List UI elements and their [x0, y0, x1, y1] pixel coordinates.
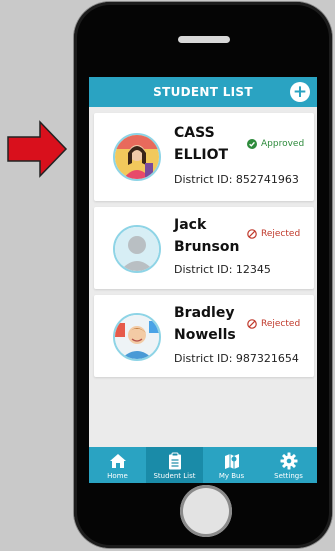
phone-frame: STUDENT LIST + CASS ELLIOT Approved Dist… [74, 2, 332, 548]
avatar [113, 133, 161, 181]
app-header: STUDENT LIST + [89, 77, 317, 107]
tab-label: Student List [153, 472, 196, 480]
avatar [113, 225, 161, 273]
bottom-tab-bar: Home Student List My Bus Settings [89, 447, 317, 483]
home-icon [109, 454, 126, 468]
clipboard-icon [168, 452, 181, 470]
add-student-button[interactable]: + [290, 82, 310, 102]
red-arrow-icon [7, 120, 68, 178]
district-id: District ID: 987321654 [174, 352, 299, 365]
district-id: District ID: 852741963 [174, 173, 299, 186]
student-first-name: Bradley [174, 305, 235, 321]
phone-home-button[interactable] [180, 485, 232, 537]
prohibited-icon [247, 229, 257, 239]
tab-settings[interactable]: Settings [260, 447, 317, 483]
plus-icon: + [292, 82, 308, 102]
student-first-name: CASS [174, 125, 215, 141]
tab-home[interactable]: Home [89, 447, 146, 483]
status-label: Rejected [261, 229, 301, 239]
student-card[interactable]: CASS ELLIOT Approved District ID: 852741… [94, 113, 314, 201]
tab-label: Home [107, 472, 128, 480]
status-label: Rejected [261, 319, 301, 329]
status-badge: Rejected [247, 319, 300, 329]
bus-map-icon [224, 454, 239, 469]
page-title: STUDENT LIST [153, 85, 253, 99]
tab-label: Settings [274, 472, 303, 480]
speaker-grille [178, 36, 230, 43]
district-id: District ID: 12345 [174, 263, 271, 276]
tab-label: My Bus [218, 472, 245, 480]
status-label: Approved [261, 139, 305, 149]
student-first-name: Jack [174, 217, 207, 233]
student-card[interactable]: Bradley Nowells Rejected District ID: 98… [94, 295, 314, 377]
gear-icon [280, 452, 297, 470]
student-last-name: Nowells [174, 327, 236, 343]
app-screen: STUDENT LIST + CASS ELLIOT Approved Dist… [89, 77, 317, 483]
student-last-name: Brunson [174, 239, 240, 255]
student-card[interactable]: Jack Brunson Rejected District ID: 12345 [94, 207, 314, 289]
status-badge: Approved [247, 139, 304, 149]
tab-my-bus[interactable]: My Bus [203, 447, 260, 483]
prohibited-icon [247, 319, 257, 329]
check-circle-icon [247, 139, 257, 149]
status-badge: Rejected [247, 229, 300, 239]
student-last-name: ELLIOT [174, 147, 229, 163]
avatar [113, 313, 161, 361]
tab-student-list[interactable]: Student List [146, 447, 203, 483]
